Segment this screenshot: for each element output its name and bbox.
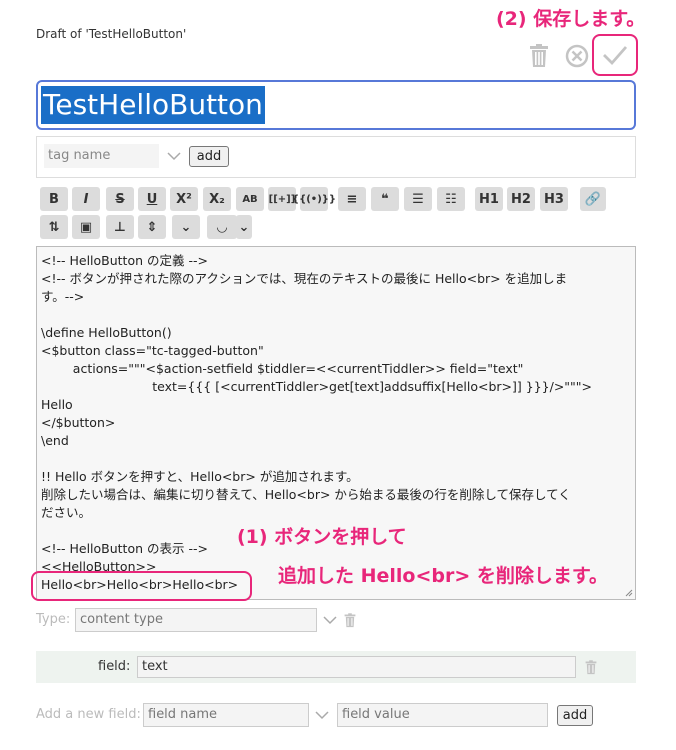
preview-button[interactable]: ◡ [207, 215, 237, 239]
editor-line: \end [41, 433, 69, 448]
annotation-step1-line2: 追加した Hello<br> を削除します。 [278, 565, 609, 587]
type-label: Type: [36, 612, 71, 627]
annotation-step1-line1: (1) ボタンを押して [237, 526, 407, 548]
more-icon: ⌄ [180, 219, 192, 235]
add-tag-button[interactable]: add [189, 146, 229, 167]
highlight-hello-line [31, 571, 252, 601]
heading-3-icon: H3 [544, 191, 564, 207]
field-name-dropdown-button[interactable] [314, 707, 330, 723]
done-check-icon [603, 46, 628, 66]
cancel-button[interactable] [563, 42, 591, 70]
preview-type-icon: ⌄ [238, 219, 250, 235]
trash-icon [585, 659, 597, 674]
underline-icon: U [146, 191, 158, 207]
type-dropdown-button[interactable] [322, 612, 338, 628]
superscript-icon: X² [176, 191, 192, 207]
editor-line: <!-- ボタンが押された際のアクションでは、現在のテキストの最後に Hello… [41, 271, 568, 286]
italic-icon: I [83, 191, 89, 207]
subscript-button[interactable]: X₂ [203, 187, 231, 211]
picture-button[interactable]: ▣ [72, 215, 100, 239]
editor-line: \define HelloButton() [41, 325, 172, 340]
tag-name-input[interactable]: tag name [44, 144, 159, 168]
quote-button[interactable]: ❝ [371, 187, 399, 211]
new-field-name-input[interactable]: field name [143, 703, 309, 727]
list-bullet-button[interactable]: ☰ [404, 187, 432, 211]
strikethrough-button[interactable]: S [106, 187, 134, 211]
save-button[interactable] [592, 34, 638, 76]
wikitext-macro-icon: {{(•)}} [292, 193, 337, 205]
list-bullet-icon: ☰ [412, 191, 424, 207]
superscript-button[interactable]: X² [170, 187, 198, 211]
smallcaps-button[interactable]: AB [236, 187, 264, 211]
cancel-icon [565, 44, 589, 68]
underline-button[interactable]: U [138, 187, 166, 211]
more-button[interactable]: ⌄ [172, 215, 200, 239]
excise-icon: ⇅ [48, 219, 60, 235]
type-input[interactable]: content type [75, 608, 317, 632]
add-field-button[interactable]: add [557, 705, 593, 726]
smallcaps-icon: AB [242, 193, 258, 205]
chevron-down-icon [167, 152, 181, 161]
heading-2-button[interactable]: H2 [507, 187, 535, 211]
annotation-save: (2) 保存します。 [496, 8, 646, 30]
new-field-value-input[interactable]: field value [337, 703, 548, 727]
editor-line: 削除したい場合は、編集に切り替えて、Hello<br> から始まる最後の行を削除… [41, 487, 571, 502]
size-icon: ⇕ [146, 219, 158, 235]
link-button[interactable]: 🔗 [580, 187, 606, 211]
tag-dropdown-button[interactable] [166, 148, 182, 164]
mono-block-icon: ≡ [346, 191, 358, 207]
stamp-icon: ⊥ [114, 219, 126, 235]
strikethrough-icon: S [115, 191, 125, 207]
bold-icon: B [49, 191, 59, 207]
trash-icon [530, 44, 548, 67]
field-value-input[interactable]: text [137, 656, 576, 678]
heading-1-icon: H1 [479, 191, 499, 207]
editor-line: !! Hello ボタンを押すと、Hello<br> が追加されます。 [41, 469, 359, 484]
link-icon: 🔗 [584, 191, 602, 207]
delete-button[interactable] [527, 42, 551, 70]
preview-type-button[interactable]: ⌄ [236, 215, 252, 239]
excise-button[interactable]: ⇅ [40, 215, 68, 239]
draft-title: Draft of 'TestHelloButton' [36, 27, 187, 41]
title-text-selected: TestHelloButton [41, 86, 265, 124]
editor-line: actions="""<$action-setfield $tiddler=<<… [41, 361, 524, 376]
heading-3-button[interactable]: H3 [540, 187, 568, 211]
list-number-button[interactable]: ☷ [437, 187, 465, 211]
chevron-down-icon [315, 711, 329, 720]
heading-1-button[interactable]: H1 [475, 187, 503, 211]
new-field-label: Add a new field: [36, 707, 141, 722]
delete-field-button[interactable] [585, 659, 597, 675]
editor-line: </$button> [41, 415, 116, 430]
mono-block-button[interactable]: ≡ [338, 187, 366, 211]
chevron-down-icon [323, 616, 337, 625]
list-number-icon: ☷ [445, 191, 457, 207]
resize-grip-icon[interactable] [625, 589, 633, 597]
editor-line: ださい。 [41, 505, 92, 520]
editor-line: text={{{ [<currentTiddler>get[text]addsu… [41, 379, 593, 394]
editor-line: <$button class="tc-tagged-button" [41, 343, 264, 358]
heading-2-icon: H2 [511, 191, 531, 207]
trash-icon [344, 612, 356, 627]
field-name-label: field: [98, 659, 131, 674]
stamp-button[interactable]: ⊥ [106, 215, 134, 239]
wikitext-macro-button[interactable]: {{(•)}} [292, 187, 336, 211]
title-input[interactable]: TestHelloButton [36, 80, 636, 130]
bold-button[interactable]: B [40, 187, 68, 211]
quote-icon: ❝ [381, 191, 389, 207]
italic-button[interactable]: I [72, 187, 100, 211]
editor-line: Hello [41, 397, 73, 412]
subscript-icon: X₂ [209, 191, 225, 207]
delete-type-button[interactable] [344, 612, 356, 628]
size-button[interactable]: ⇕ [138, 215, 166, 239]
editor-line: <!-- HelloButton の定義 --> [41, 253, 208, 268]
preview-icon: ◡ [217, 219, 227, 235]
picture-icon: ▣ [79, 219, 93, 235]
editor-line: す。--> [41, 289, 85, 304]
